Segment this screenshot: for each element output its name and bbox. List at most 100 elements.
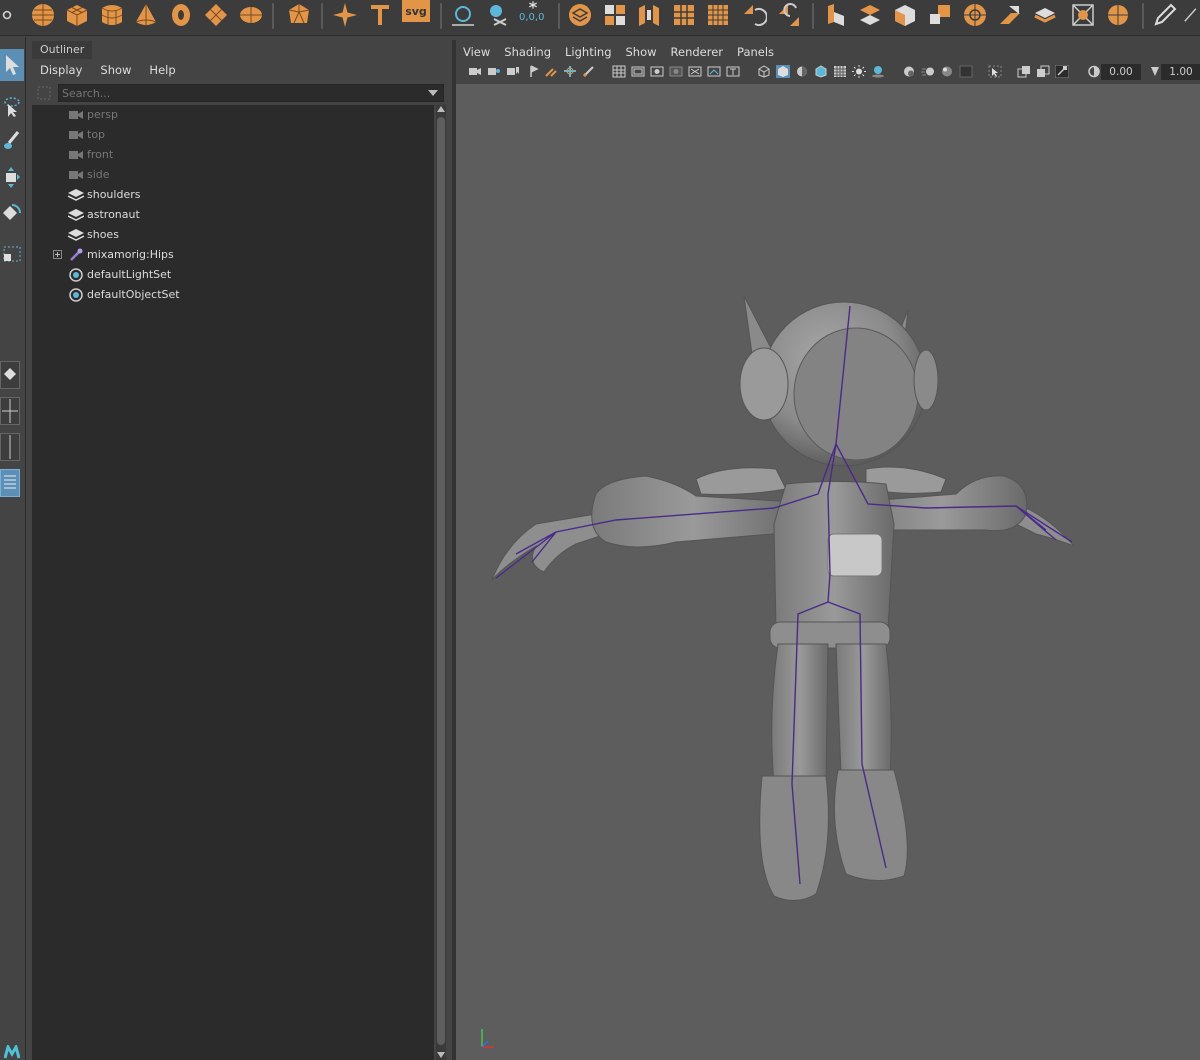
crease-icon[interactable] xyxy=(1066,0,1100,30)
extract-icon[interactable] xyxy=(632,0,666,30)
menu-show-viewport[interactable]: Show xyxy=(619,45,664,59)
tree-item-side[interactable]: side xyxy=(32,165,434,185)
smooth-icon[interactable] xyxy=(667,0,701,30)
wireframe-on-shaded-icon[interactable] xyxy=(814,65,828,78)
resolution-gate-icon[interactable] xyxy=(650,65,664,78)
lights-icon[interactable] xyxy=(852,65,866,78)
scale-tool-icon[interactable] xyxy=(0,237,24,269)
draw-icon[interactable] xyxy=(582,65,596,78)
expand-icon[interactable] xyxy=(53,250,62,259)
multisample-aa-icon[interactable] xyxy=(940,65,954,78)
tree-item-hips[interactable]: mixamorig:Hips xyxy=(32,245,434,265)
multicut-icon[interactable] xyxy=(888,0,922,30)
menu-shading[interactable]: Shading xyxy=(497,45,558,59)
grease-pencil-icon[interactable] xyxy=(563,65,577,78)
tree-item-default-object-set[interactable]: defaultObjectSet xyxy=(32,285,434,305)
gate-mask-icon[interactable] xyxy=(669,65,683,78)
outliner-scrollbar[interactable] xyxy=(436,105,446,1060)
tree-item-front[interactable]: front xyxy=(32,145,434,165)
select-tool-icon[interactable] xyxy=(0,49,24,81)
lasso-tool-icon[interactable] xyxy=(0,91,24,123)
default-material-icon[interactable] xyxy=(795,65,809,78)
outliner-persp-layout-icon[interactable] xyxy=(0,469,20,497)
sweep-icon[interactable] xyxy=(328,0,362,30)
type-icon[interactable] xyxy=(363,0,397,30)
measure-icon[interactable] xyxy=(446,0,480,30)
xray-joints-icon[interactable] xyxy=(1055,65,1069,78)
safe-title-icon[interactable] xyxy=(726,65,740,78)
merge-icon[interactable] xyxy=(1028,0,1062,30)
xray-active-icon[interactable] xyxy=(1036,65,1050,78)
textured-icon[interactable] xyxy=(833,65,847,78)
depth-of-field-icon[interactable] xyxy=(959,65,973,78)
target-weld-icon[interactable] xyxy=(923,0,957,30)
menu-view[interactable]: View xyxy=(456,45,497,59)
outliner-tab[interactable]: Outliner xyxy=(32,41,93,59)
boolean-icon[interactable] xyxy=(701,0,735,30)
scroll-up-icon[interactable] xyxy=(437,106,445,112)
camera-attributes-icon[interactable] xyxy=(487,65,501,78)
bookmark-icon[interactable] xyxy=(506,65,520,78)
image-plane-icon[interactable] xyxy=(527,65,541,78)
astronaut-model[interactable] xyxy=(456,84,1200,1060)
shadows-icon[interactable] xyxy=(871,65,885,78)
rotate-tool-icon[interactable] xyxy=(0,197,24,229)
combine-icon[interactable] xyxy=(563,0,597,30)
gamma-icon[interactable] xyxy=(1148,65,1162,78)
single-pane-layout-icon[interactable] xyxy=(0,361,20,389)
gamma-field[interactable]: 1.00 xyxy=(1161,64,1200,80)
menu-display[interactable]: Display xyxy=(30,63,90,77)
filter-icon[interactable] xyxy=(30,83,58,103)
isolate-select-icon[interactable] xyxy=(988,65,1002,78)
fill-hole-icon[interactable] xyxy=(993,0,1027,30)
cylinder-icon[interactable] xyxy=(95,0,129,30)
menu-show[interactable]: Show xyxy=(90,63,139,77)
shelf-more-icon[interactable] xyxy=(1182,0,1200,30)
bridge-icon[interactable] xyxy=(772,0,806,30)
mirror-icon[interactable] xyxy=(737,0,771,30)
grid-icon[interactable] xyxy=(612,65,626,78)
safe-action-icon[interactable] xyxy=(707,65,721,78)
exposure-icon[interactable] xyxy=(1087,65,1101,78)
extrude-icon[interactable] xyxy=(818,0,852,30)
platonic-icon[interactable] xyxy=(282,0,316,30)
move-tool-icon[interactable] xyxy=(0,161,24,193)
film-gate-icon[interactable] xyxy=(631,65,645,78)
scroll-down-icon[interactable] xyxy=(437,1052,445,1058)
chevron-down-icon[interactable] xyxy=(428,90,438,96)
append-icon[interactable] xyxy=(958,0,992,30)
select-camera-icon[interactable] xyxy=(468,65,482,78)
two-pane-layout-icon[interactable] xyxy=(0,433,20,461)
separate-icon[interactable] xyxy=(598,0,632,30)
snap-icon[interactable] xyxy=(480,0,514,30)
exposure-field[interactable]: 0.00 xyxy=(1101,64,1141,80)
tree-item-shoulders[interactable]: shoulders xyxy=(32,185,434,205)
2d-pan-icon[interactable] xyxy=(544,65,558,78)
field-chart-icon[interactable] xyxy=(688,65,702,78)
screen-space-ao-icon[interactable] xyxy=(902,65,916,78)
tree-item-default-light-set[interactable]: defaultLightSet xyxy=(32,265,434,285)
four-pane-layout-icon[interactable] xyxy=(0,397,20,425)
tree-item-persp[interactable]: persp xyxy=(32,105,434,125)
smooth-shade-icon[interactable] xyxy=(776,65,790,78)
paint-select-tool-icon[interactable] xyxy=(0,125,24,157)
shelf-settings-icon[interactable] xyxy=(0,0,14,30)
wedge-icon[interactable] xyxy=(1101,0,1135,30)
menu-help[interactable]: Help xyxy=(139,63,183,77)
sphere-icon[interactable] xyxy=(26,0,60,30)
plane-icon[interactable] xyxy=(199,0,233,30)
perspective-viewport[interactable] xyxy=(456,84,1200,1060)
tree-item-shoes[interactable]: shoes xyxy=(32,225,434,245)
scroll-thumb[interactable] xyxy=(437,117,445,1045)
menu-lighting[interactable]: Lighting xyxy=(558,45,618,59)
cube-icon[interactable] xyxy=(60,0,94,30)
tree-item-top[interactable]: top xyxy=(32,125,434,145)
torus-icon[interactable] xyxy=(164,0,198,30)
menu-panels[interactable]: Panels xyxy=(730,45,781,59)
svg-icon[interactable]: svg xyxy=(402,0,430,22)
pencil-icon[interactable] xyxy=(1148,0,1182,30)
cone-icon[interactable] xyxy=(129,0,163,30)
motion-blur-icon[interactable] xyxy=(921,65,935,78)
xray-icon[interactable] xyxy=(1017,65,1031,78)
disc-icon[interactable] xyxy=(234,0,268,30)
